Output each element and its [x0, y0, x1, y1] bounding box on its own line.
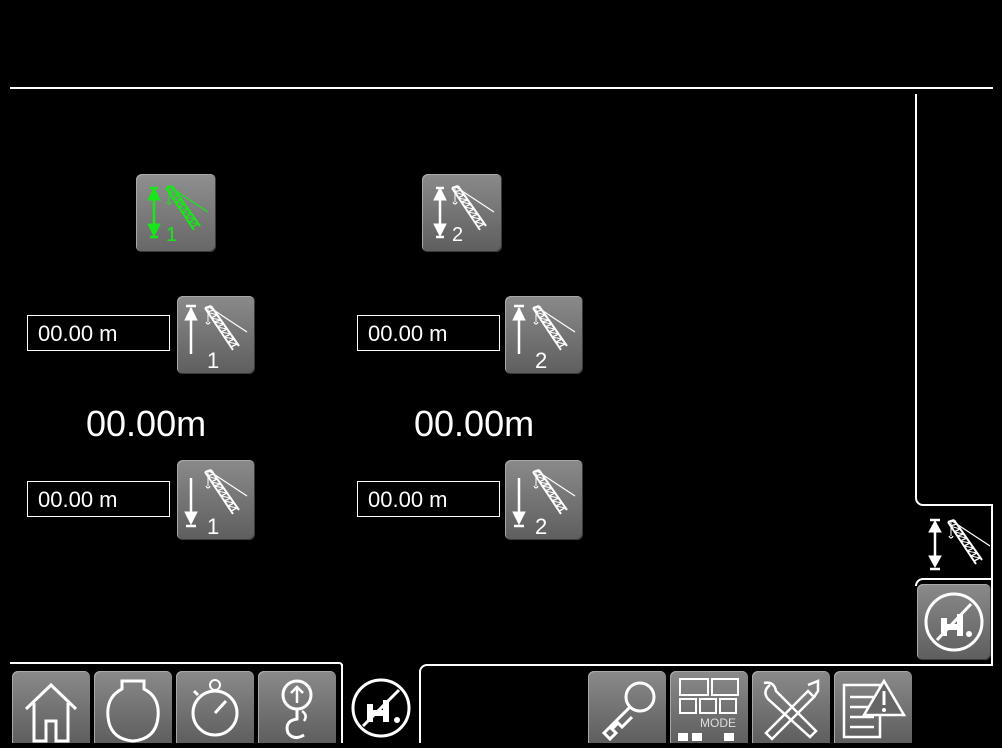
- engine-icon: [106, 679, 160, 743]
- winch2-upper-limit-field[interactable]: 00.00 m: [357, 315, 500, 351]
- svg-text:1: 1: [166, 224, 177, 246]
- tab-hook[interactable]: [258, 671, 336, 743]
- mode-icon: MODE: [678, 678, 739, 741]
- tab-engine[interactable]: [94, 671, 172, 743]
- tab-warning-log[interactable]: [834, 671, 912, 743]
- tab-tools[interactable]: [752, 671, 830, 743]
- winch2-current-height: 00.00m: [414, 403, 535, 444]
- svg-text:2: 2: [535, 348, 547, 373]
- header-divider: [10, 87, 993, 89]
- tab-stopwatch[interactable]: [176, 671, 254, 743]
- hook-icon: [281, 679, 313, 740]
- svg-text:MODE: MODE: [700, 716, 736, 730]
- winch1-hoist-icon: 1: [147, 185, 209, 246]
- home-icon: [24, 682, 78, 743]
- tools-icon: [763, 679, 820, 741]
- winch1-upper-limit-button[interactable]: 1: [177, 296, 255, 374]
- winch2-upper-limit-button[interactable]: 2: [505, 296, 583, 374]
- upper-limit-icon: 1: [184, 304, 248, 373]
- svg-text:1: 1: [207, 514, 219, 539]
- winch2-hoist-icon: 2: [433, 185, 495, 246]
- tab-no-hook-block[interactable]: [343, 666, 419, 743]
- bottom-tab-active-frame-right-edge: [419, 670, 421, 743]
- side-tab-hoist-limit[interactable]: [918, 514, 991, 578]
- tab-mode[interactable]: MODE: [670, 671, 748, 743]
- no-hook-block-icon: [351, 678, 411, 738]
- winch1-lower-limit-button[interactable]: 1: [177, 460, 255, 540]
- winch1-current-height: 00.00m: [86, 403, 207, 444]
- svg-text:2: 2: [452, 224, 463, 246]
- hoist-limit-icon: [928, 518, 991, 571]
- no-hook-block-icon: [924, 592, 984, 652]
- stopwatch-icon: [191, 679, 239, 737]
- warning-log-icon: [842, 678, 907, 739]
- winch1-select-button[interactable]: 1: [136, 174, 216, 252]
- bottom-bar-frame-left: [10, 662, 343, 666]
- tab-home[interactable]: [12, 671, 90, 743]
- right-panel-border-bottom: [915, 494, 993, 506]
- winch1-lower-limit-field[interactable]: 00.00 m: [27, 481, 170, 517]
- tab-key[interactable]: [588, 671, 666, 743]
- winch2-lower-limit-button[interactable]: 2: [505, 460, 583, 540]
- upper-limit-icon: 2: [512, 304, 576, 373]
- lower-limit-icon: 1: [184, 469, 248, 539]
- winch1-upper-limit-field[interactable]: 00.00 m: [27, 315, 170, 351]
- svg-text:2: 2: [535, 514, 547, 539]
- winch2-lower-limit-field[interactable]: 00.00 m: [357, 481, 500, 517]
- lower-limit-icon: 2: [512, 469, 576, 539]
- winch2-select-button[interactable]: 2: [422, 174, 502, 252]
- svg-text:1: 1: [207, 348, 219, 373]
- right-panel-border: [915, 94, 917, 494]
- side-tab-no-hook-block[interactable]: [917, 584, 991, 660]
- key-icon: [601, 681, 656, 742]
